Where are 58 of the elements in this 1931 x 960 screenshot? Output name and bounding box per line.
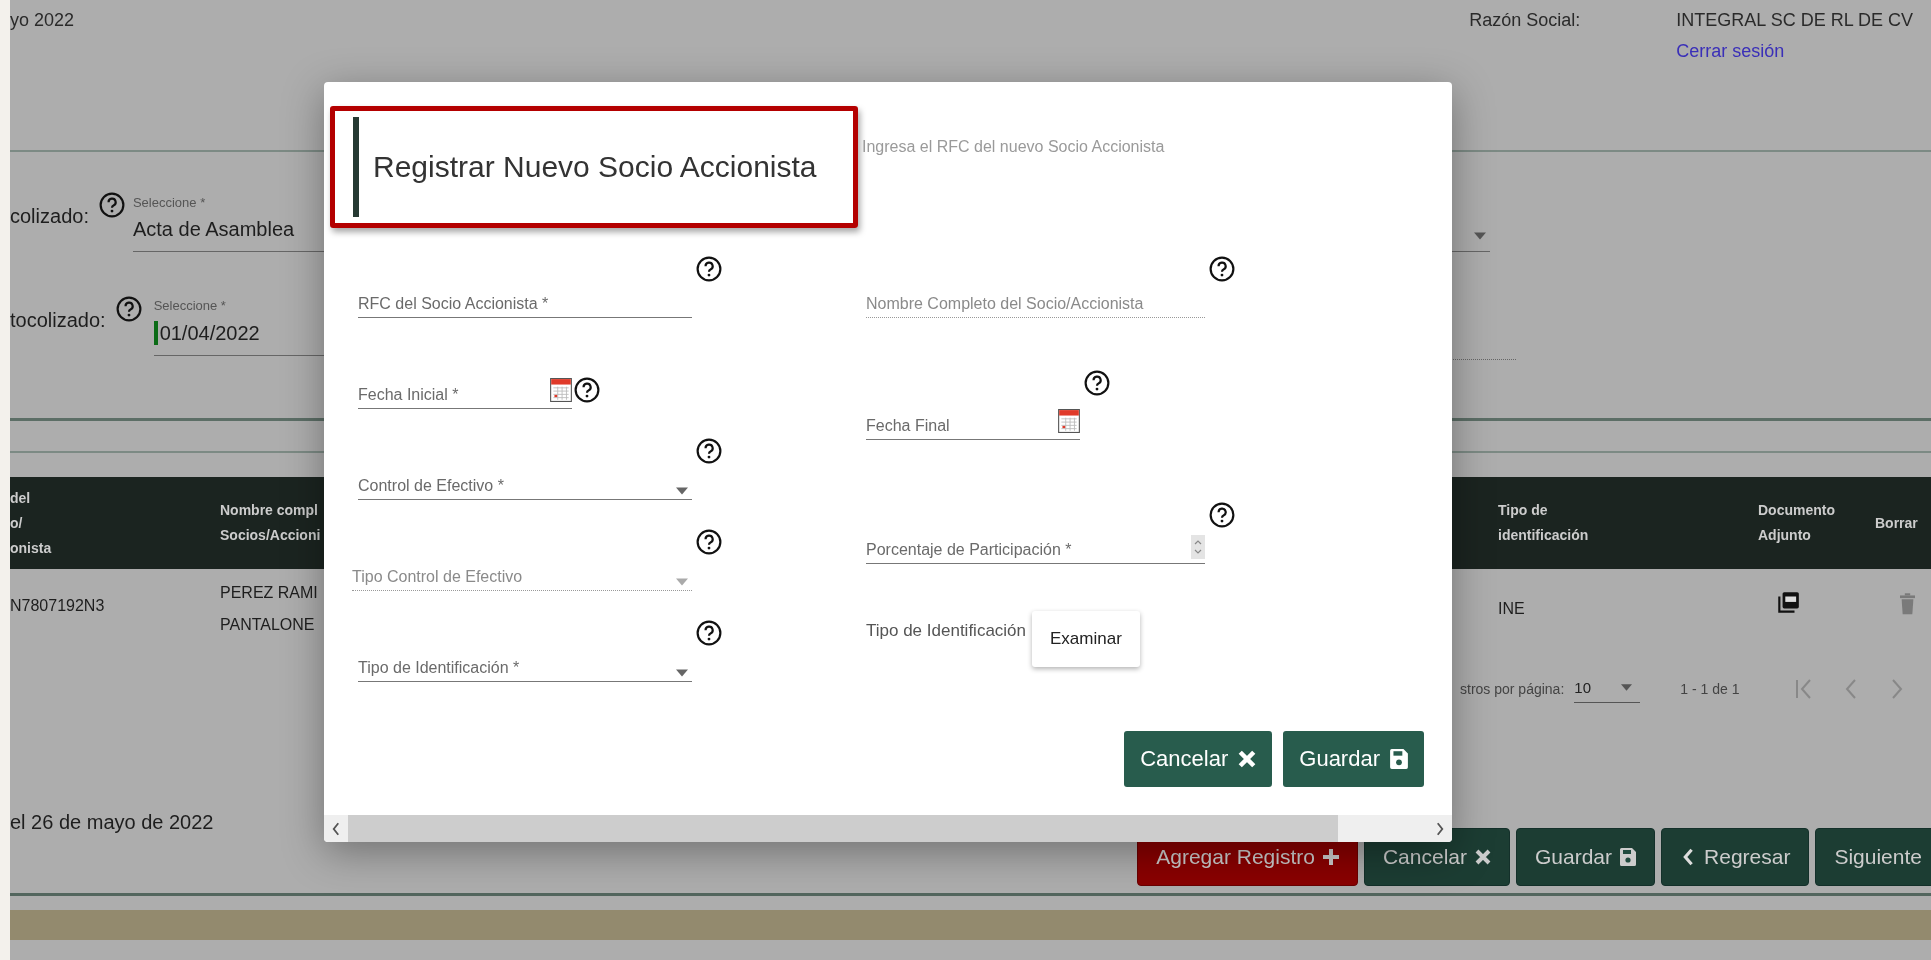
spinner-icon[interactable] xyxy=(1191,535,1205,559)
select-field[interactable]: Control de Efectivo * xyxy=(358,477,676,495)
dropdown-arrow-icon xyxy=(676,669,688,677)
input-field[interactable]: Porcentaje de Participación * xyxy=(866,541,1191,559)
column-header: Nombre compl Socios/Accioni xyxy=(220,501,321,545)
horizontal-scrollbar[interactable] xyxy=(324,815,1452,842)
table-cell-text: N7807192N3 xyxy=(10,595,105,616)
dropdown-arrow-icon xyxy=(676,578,688,586)
table-cell-text: INE xyxy=(1498,599,1525,619)
help-icon[interactable] xyxy=(1084,370,1110,396)
cancel-button[interactable]: Cancelar xyxy=(1124,731,1273,787)
column-header: Tipo de identificación xyxy=(1498,501,1589,545)
help-icon[interactable] xyxy=(1209,502,1235,528)
help-icon[interactable] xyxy=(696,620,722,646)
column-header: del o/ onista xyxy=(10,488,52,558)
logout-link[interactable]: Cerrar sesión xyxy=(1676,41,1913,62)
help-icon[interactable] xyxy=(696,256,722,282)
scroll-left-icon xyxy=(330,820,342,837)
calendar-icon[interactable] xyxy=(550,378,572,402)
rows-per-page-label: stros por página: xyxy=(1460,681,1565,697)
help-icon[interactable] xyxy=(696,529,722,555)
column-header: Borrar xyxy=(1875,513,1918,533)
company-label: Razón Social: xyxy=(1469,10,1581,31)
save-button[interactable]: Guardar xyxy=(1283,731,1424,787)
page-range: 1 - 1 de 1 xyxy=(1680,681,1740,697)
dropdown-arrow-icon xyxy=(1473,232,1486,240)
help-icon[interactable] xyxy=(115,296,142,322)
document-icon[interactable] xyxy=(1775,590,1801,616)
field-label: Tipo de Identificación xyxy=(866,621,1027,641)
browse-button[interactable]: Examinar xyxy=(1032,611,1140,667)
save-button[interactable]: Guardar xyxy=(1516,828,1656,886)
date-field[interactable]: Fecha Inicial * xyxy=(358,386,550,404)
date-note: el 26 de mayo de 2022 xyxy=(10,810,214,834)
input-field[interactable]: RFC del Socio Accionista * xyxy=(358,295,692,313)
close-icon xyxy=(1475,848,1491,866)
help-icon[interactable] xyxy=(574,377,600,403)
back-button[interactable]: Regresar xyxy=(1661,828,1810,886)
column-header: Documento Adjunto xyxy=(1758,501,1835,545)
rows-per-page-select[interactable]: 10 xyxy=(1574,675,1641,703)
calendar-icon[interactable] xyxy=(1058,409,1080,433)
table-cell-text: PEREZ RAMI PANTALONE xyxy=(220,583,318,635)
field-label: colizado: xyxy=(10,205,89,229)
help-icon[interactable] xyxy=(1209,256,1235,282)
scroll-right-icon xyxy=(1434,820,1446,837)
date-text: yo 2022 xyxy=(10,10,75,32)
company-name: INTEGRAL SC DE RL DE CV xyxy=(1676,10,1913,31)
help-icon[interactable] xyxy=(98,192,125,218)
plus-icon xyxy=(1322,848,1339,866)
close-icon xyxy=(1238,749,1257,769)
date-field[interactable]: Fecha Final xyxy=(866,417,1058,435)
dialog-subtitle: Ingresa el RFC del nuevo Socio Accionista xyxy=(862,138,1165,156)
select-field[interactable]: Tipo de Identificación * xyxy=(358,659,676,677)
next-button[interactable]: Siguiente xyxy=(1815,828,1931,886)
dropdown-arrow-icon xyxy=(1621,684,1633,691)
help-icon[interactable] xyxy=(696,438,722,464)
dialog-title: Registrar Nuevo Socio Accionista xyxy=(373,150,817,184)
dropdown-arrow-icon xyxy=(676,487,688,495)
field-label: tocolizado: xyxy=(10,309,106,333)
